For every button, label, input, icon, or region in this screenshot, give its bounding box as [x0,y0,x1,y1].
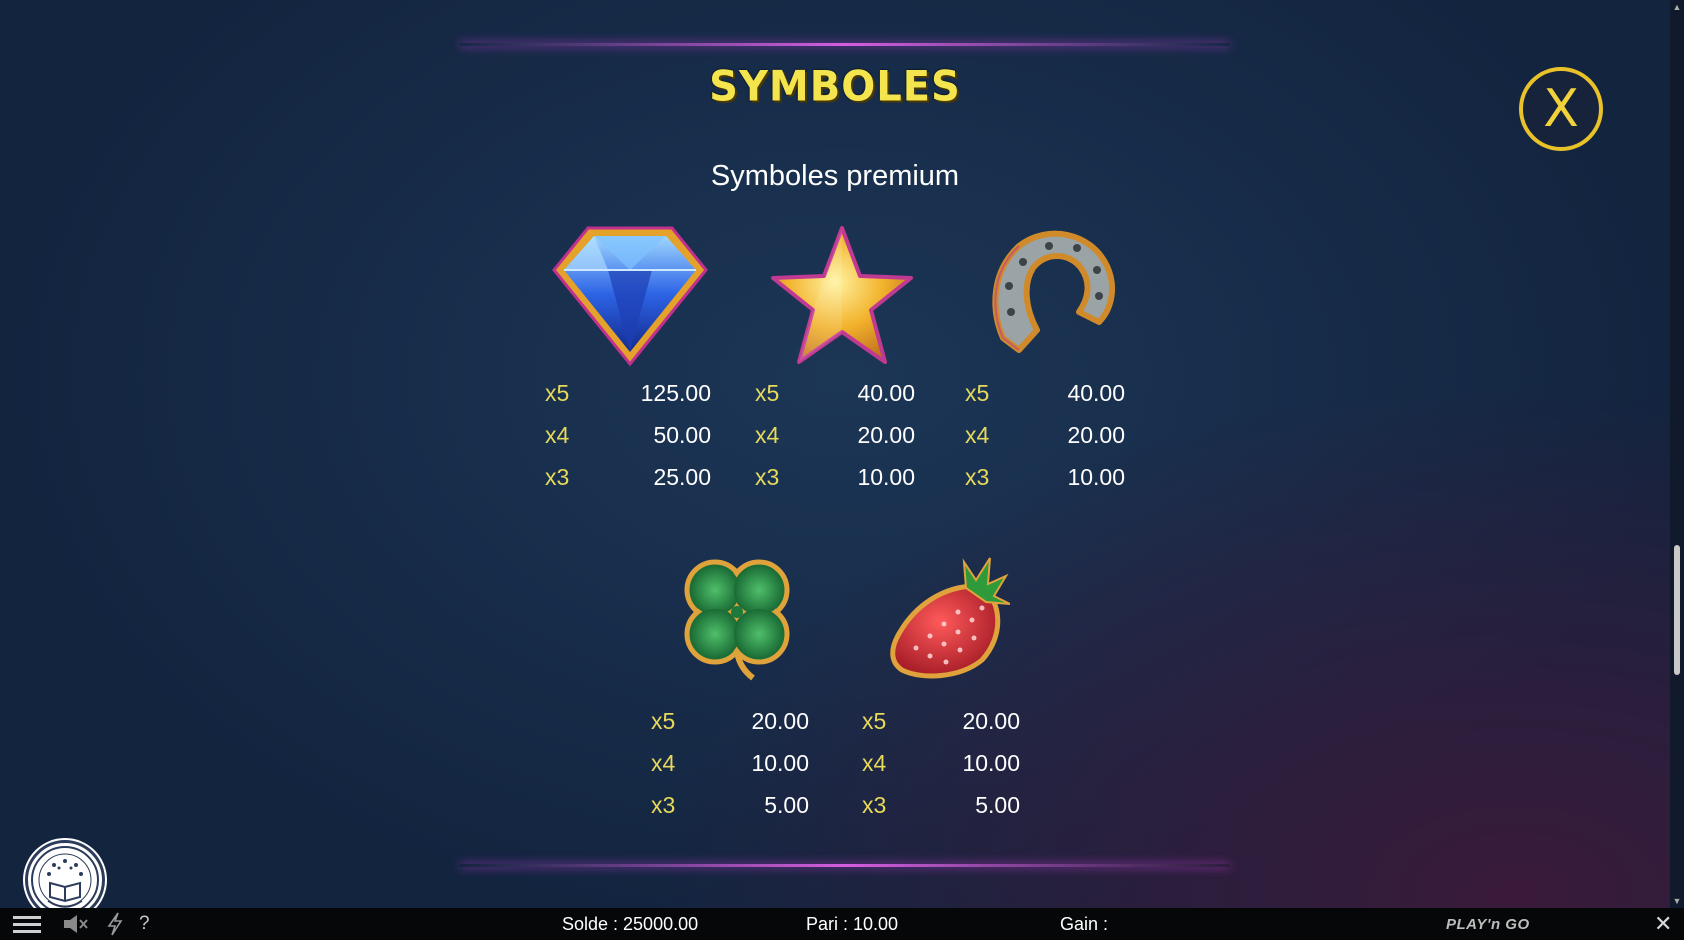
payout-row: x5 20.00 [862,708,1020,750]
help-icon[interactable]: ? [139,908,150,940]
payout-row: x5 40.00 [965,380,1125,422]
paytable-panel: SYMBOLES Symboles premium x5 125.00 x4 50.… [0,0,1670,908]
turbo-icon[interactable] [106,908,124,940]
symbol-star: x5 40.00 x4 20.00 x3 10.00 [755,222,965,512]
payout-table: x5 40.00 x4 20.00 x3 10.00 [755,380,915,506]
close-button-label: X [1543,79,1579,139]
payout-table: x5 125.00 x4 50.00 x3 25.00 [545,380,711,506]
star-icon [771,226,913,364]
symbol-clover: x5 20.00 x4 10.00 x3 5.00 [651,548,861,828]
multiplier: x3 [965,464,990,490]
book-of-bonus-logo [31,846,99,914]
bottom-divider [460,864,1230,867]
symbol-horseshoe: x5 40.00 x4 20.00 x3 10.00 [965,222,1175,512]
multiplier: x5 [755,380,780,406]
bottom-bar: ? Solde : 25000.00 Pari : 10.00 Gain : P… [0,908,1684,940]
payout-row: x3 25.00 [545,464,711,506]
scrollbar[interactable]: ▲ ▼ [1670,0,1684,908]
payout-table: x5 20.00 x4 10.00 x3 5.00 [651,708,809,834]
multiplier: x4 [755,422,780,448]
multiplier: x4 [862,750,887,776]
payout-value: 20.00 [962,708,1020,734]
multiplier: x3 [755,464,780,490]
payout-row: x4 20.00 [755,422,915,464]
balance-display: Solde : 25000.00 [562,914,699,934]
payout-value: 20.00 [1067,422,1125,448]
payout-row: x5 20.00 [651,708,809,750]
payout-row: x3 10.00 [755,464,915,506]
multiplier: x5 [545,380,570,406]
multiplier: x4 [545,422,570,448]
payout-row: x3 5.00 [862,792,1020,834]
top-divider [460,43,1230,46]
payout-value: 40.00 [857,380,915,406]
payout-row: x4 20.00 [965,422,1125,464]
payout-row: x4 50.00 [545,422,711,464]
bet-display: Pari : 10.00 [806,914,899,934]
payout-value: 10.00 [751,750,809,776]
scroll-down-icon[interactable]: ▼ [1672,896,1682,906]
playngo-logo: PLAY'n GO [1446,908,1530,940]
multiplier: x5 [965,380,990,406]
scroll-up-icon[interactable]: ▲ [1672,2,1682,12]
payout-row: x5 40.00 [755,380,915,422]
payout-value: 10.00 [857,464,915,490]
payout-row: x4 10.00 [651,750,809,792]
multiplier: x5 [862,708,887,734]
close-button[interactable]: X [1519,67,1603,151]
payout-value: 20.00 [857,422,915,448]
exit-button[interactable]: ✕ [1654,908,1672,940]
payout-value: 10.00 [1067,464,1125,490]
payout-row: x5 125.00 [545,380,711,422]
payout-value: 25.00 [653,464,711,490]
multiplier: x4 [965,422,990,448]
payout-value: 20.00 [751,708,809,734]
multiplier: x3 [862,792,887,818]
page-title: SYMBOLES [709,62,961,112]
payout-value: 40.00 [1067,380,1125,406]
payout-table: x5 20.00 x4 10.00 x3 5.00 [862,708,1020,834]
payout-table: x5 40.00 x4 20.00 x3 10.00 [965,380,1125,506]
multiplier: x3 [545,464,570,490]
payout-row: x3 10.00 [965,464,1125,506]
payout-value: 5.00 [764,792,809,818]
multiplier: x5 [651,708,676,734]
payout-value: 125.00 [640,380,711,406]
brand-label: PLAY'n GO [1446,915,1530,933]
multiplier: x4 [651,750,676,776]
payout-value: 50.00 [653,422,711,448]
payout-row: x3 5.00 [651,792,809,834]
section-title: Symboles premium [710,160,960,192]
payout-value: 10.00 [962,750,1020,776]
menu-icon[interactable] [13,908,41,940]
symbol-strawberry: x5 20.00 x4 10.00 x3 5.00 [862,548,1072,828]
sound-muted-icon[interactable] [62,908,90,940]
diamond-icon [552,226,708,367]
horseshoe-icon [992,230,1116,353]
clover-icon [684,559,790,681]
multiplier: x3 [651,792,676,818]
payout-row: x4 10.00 [862,750,1020,792]
strawberry-icon [890,557,1010,679]
payout-value: 5.00 [975,792,1020,818]
scroll-thumb[interactable] [1674,545,1680,675]
win-display: Gain : [1060,914,1109,934]
symbol-diamond: x5 125.00 x4 50.00 x3 25.00 [545,222,755,512]
